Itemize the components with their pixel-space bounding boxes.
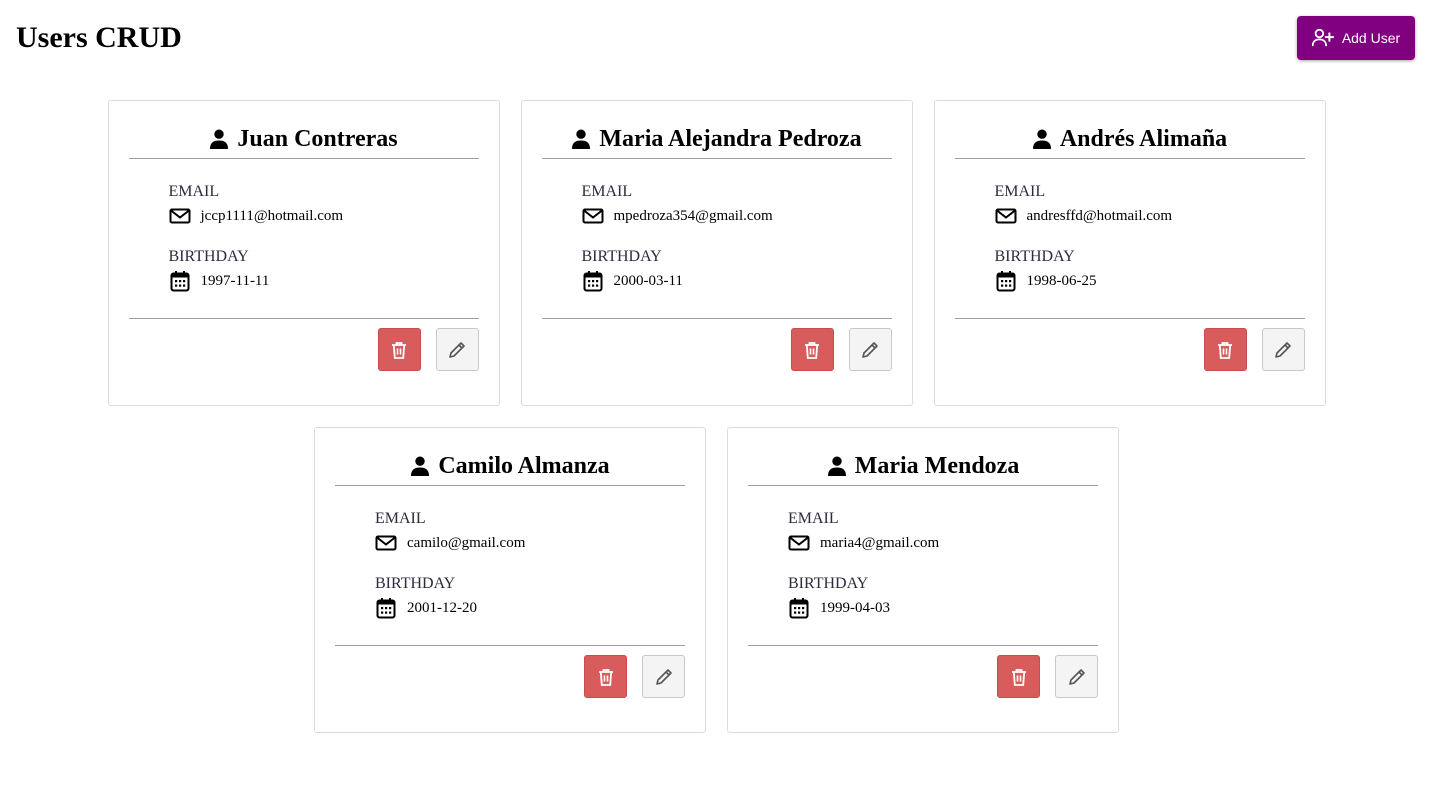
trash-icon [1011,668,1026,686]
delete-button[interactable] [584,655,627,698]
email-label: EMAIL [168,183,220,200]
user-email: andresffd@hotmail.com [1026,207,1173,224]
birthday-value-row: 1999-04-03 [788,597,890,619]
envelope-icon [169,208,190,224]
email-value-row: jccp1111@hotmail.com [169,205,344,227]
calendar-icon [170,271,189,292]
delete-button[interactable] [1203,328,1247,371]
calendar-icon [376,598,396,619]
birthday-label: BIRTHDAY [168,248,249,265]
user-email: jccp1111@hotmail.com [200,207,344,224]
user-card: Camilo Almanza EMAIL camilo@gmail.com BI… [314,427,706,733]
user-icon [411,456,430,476]
envelope-icon [375,535,397,551]
pencil-icon [1068,668,1085,685]
user-email: maria4@gmail.com [820,534,940,551]
user-card-header: Juan Contreras [128,121,479,159]
user-birthday: 2001-12-20 [407,599,477,616]
card-divider [128,318,479,319]
user-card-list: Juan Contreras EMAIL jccp1111@hotmail.co… [0,100,1433,733]
card-divider [541,318,892,319]
user-name: Maria Mendoza [854,452,1020,479]
page-header: Users CRUD Add User [0,0,1433,80]
email-value-row: camilo@gmail.com [375,532,525,554]
user-card: Maria Alejandra Pedroza EMAIL mpedroza35… [520,100,913,406]
edit-button[interactable] [1261,328,1305,371]
edit-button[interactable] [848,328,892,371]
user-email: mpedroza354@gmail.com [613,207,773,224]
user-plus-icon [1311,29,1334,47]
user-birthday: 1997-11-11 [200,272,270,289]
user-card: Juan Contreras EMAIL jccp1111@hotmail.co… [107,100,500,406]
user-name: Juan Contreras [237,125,398,152]
email-value-row: andresffd@hotmail.com [995,205,1173,227]
user-card-header: Maria Alejandra Pedroza [541,121,892,159]
email-label: EMAIL [994,183,1046,200]
birthday-value-row: 1997-11-11 [169,270,270,292]
email-label: EMAIL [788,510,839,527]
card-divider [748,645,1098,646]
envelope-icon [582,208,603,224]
birthday-value-row: 1998-06-25 [995,270,1097,292]
birthday-label: BIRTHDAY [788,575,869,592]
user-card-header: Maria Mendoza [748,448,1098,486]
user-card-header: Camilo Almanza [335,448,685,486]
edit-button[interactable] [435,328,479,371]
edit-button[interactable] [1055,655,1098,698]
user-birthday: 2000-03-11 [613,272,683,289]
birthday-label: BIRTHDAY [581,248,662,265]
calendar-icon [789,598,809,619]
card-divider [335,645,685,646]
user-name: Andrés Alimaña [1059,125,1228,152]
birthday-value-row: 2001-12-20 [375,597,477,619]
user-name: Camilo Almanza [438,452,610,479]
trash-icon [805,341,819,359]
birthday-value-row: 2000-03-11 [582,270,683,292]
pencil-icon [449,341,465,358]
calendar-icon [996,271,1015,292]
user-name: Maria Alejandra Pedroza [599,125,862,152]
email-label: EMAIL [375,510,426,527]
user-card-header: Andrés Alimaña [954,121,1305,159]
delete-button[interactable] [790,328,834,371]
envelope-icon [995,208,1016,224]
delete-button[interactable] [377,328,421,371]
trash-icon [1218,341,1232,359]
user-birthday: 1999-04-03 [820,599,890,616]
card-divider [954,318,1305,319]
user-email: camilo@gmail.com [407,534,526,551]
calendar-icon [583,271,602,292]
user-icon [827,456,846,476]
user-birthday: 1998-06-25 [1026,272,1097,289]
birthday-label: BIRTHDAY [375,575,456,592]
add-user-button[interactable]: Add User [1297,16,1415,60]
user-icon [1032,129,1051,149]
email-value-row: maria4@gmail.com [788,532,939,554]
pencil-icon [655,668,672,685]
birthday-label: BIRTHDAY [994,248,1075,265]
user-card: Andrés Alimaña EMAIL andresffd@hotmail.c… [933,100,1326,406]
envelope-icon [788,535,810,551]
user-card: Maria Mendoza EMAIL maria4@gmail.com BIR… [727,427,1119,733]
trash-icon [598,668,613,686]
email-label: EMAIL [581,183,633,200]
user-icon [572,129,591,149]
user-icon [210,129,229,149]
delete-button[interactable] [997,655,1040,698]
email-value-row: mpedroza354@gmail.com [582,205,773,227]
add-user-label: Add User [1341,30,1401,46]
pencil-icon [862,341,878,358]
pencil-icon [1275,341,1291,358]
page-title: Users CRUD [16,21,182,54]
edit-button[interactable] [642,655,685,698]
trash-icon [392,341,406,359]
